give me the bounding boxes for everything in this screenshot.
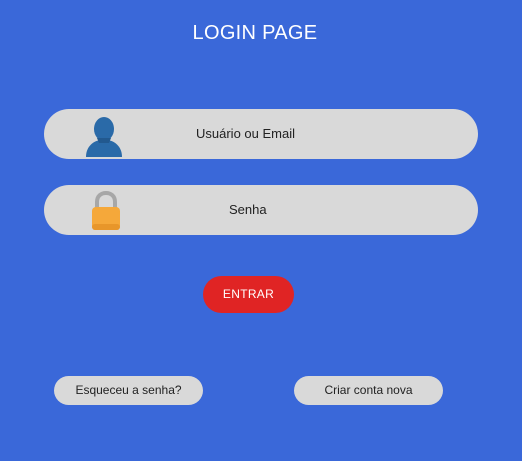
forgot-password-button[interactable]: Esqueceu a senha? <box>54 376 203 405</box>
username-label: Usuário ou Email <box>196 126 295 141</box>
password-field[interactable]: Senha <box>44 185 478 235</box>
page-title: LOGIN PAGE <box>192 22 318 44</box>
submit-button[interactable]: ENTRAR <box>203 276 294 313</box>
user-icon <box>82 114 126 158</box>
lock-icon <box>84 188 128 232</box>
username-field[interactable]: Usuário ou Email <box>44 109 478 159</box>
create-account-button[interactable]: Criar conta nova <box>294 376 443 405</box>
login-screen: LOGIN PAGE Usuário ou Email Senha ENTRAR… <box>0 0 522 461</box>
password-label: Senha <box>229 202 267 217</box>
